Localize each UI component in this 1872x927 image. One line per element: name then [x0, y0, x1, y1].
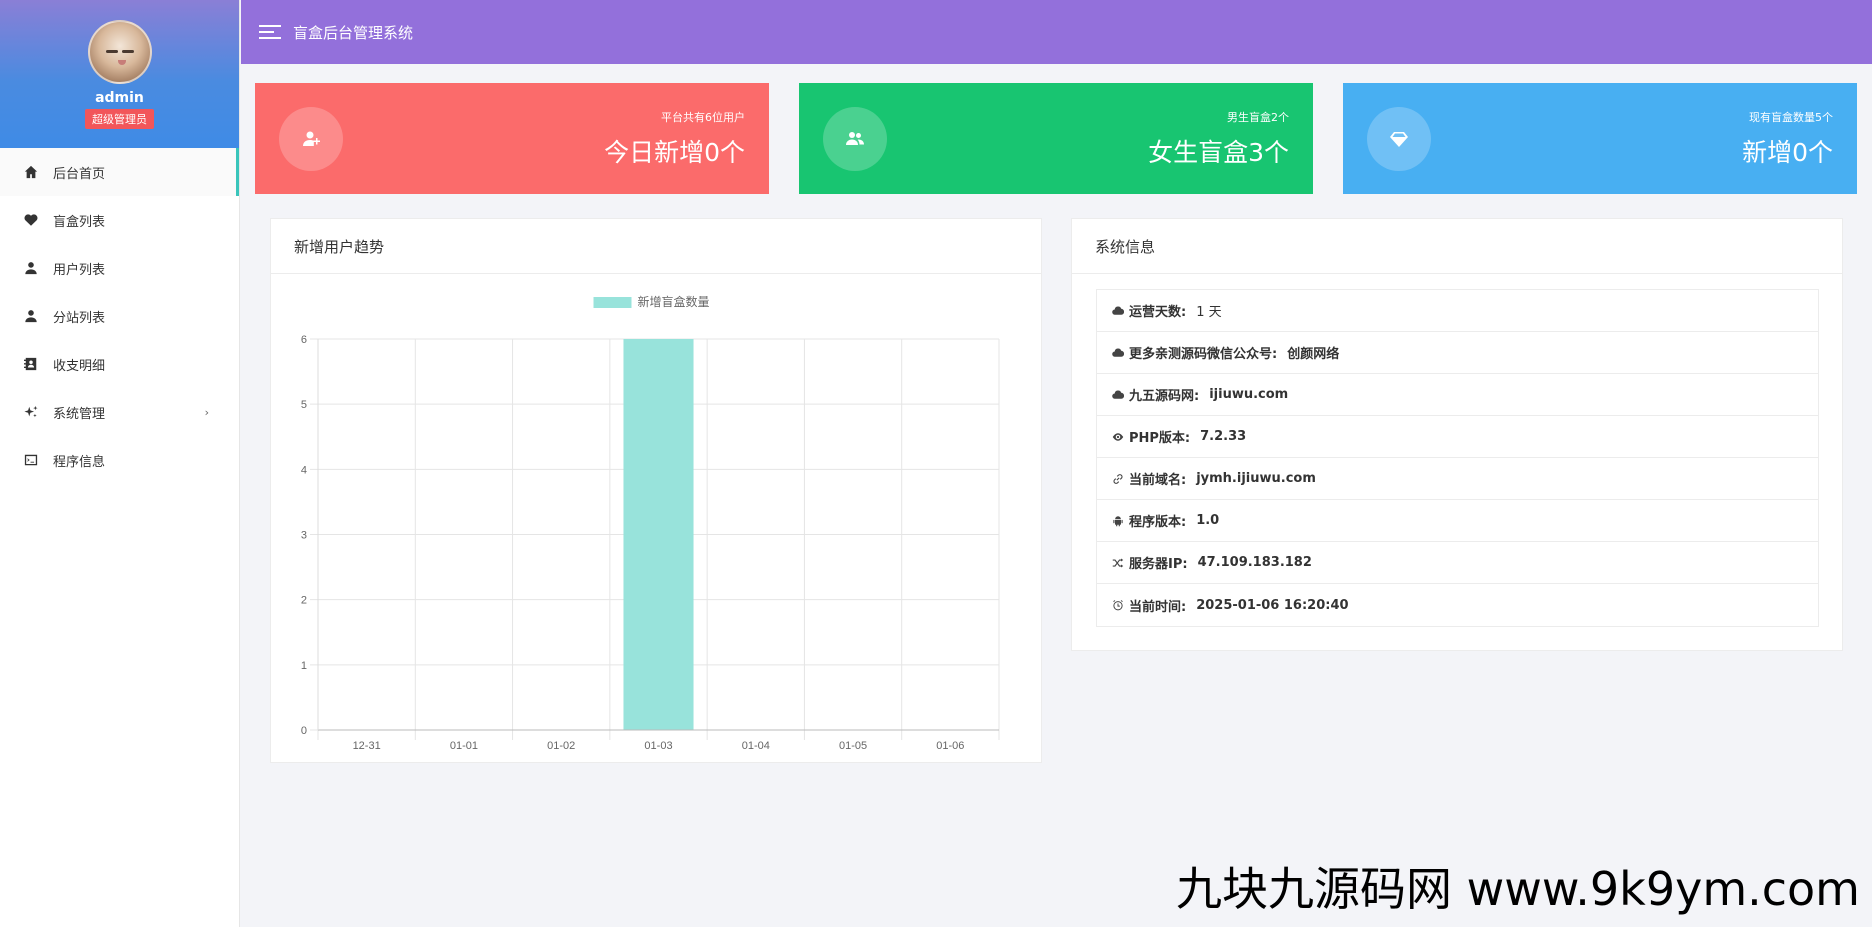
info-row-program-version: 程序版本: 1.0: [1097, 500, 1818, 542]
panel-title: 系统信息: [1072, 219, 1842, 274]
user-icon: [22, 259, 40, 277]
panel-title: 新增用户趋势: [271, 219, 1041, 274]
info-value: 47.109.183.182: [1197, 555, 1312, 570]
stat-card-gender-boxes: 男生盲盒2个 女生盲盒3个: [799, 83, 1313, 194]
user-add-icon: [279, 107, 343, 171]
sparkle-icon: [22, 403, 40, 421]
x-tick-label: 01-01: [450, 740, 478, 752]
y-tick-label: 5: [301, 399, 307, 411]
sidebar-item-substation-list[interactable]: 分站列表: [0, 292, 239, 340]
info-label: 程序版本:: [1129, 515, 1187, 530]
sidebar-item-program-info[interactable]: 程序信息: [0, 436, 239, 484]
info-value: 2025-01-06 16:20:40: [1196, 597, 1349, 613]
chevron-right-icon: ›: [204, 405, 209, 419]
sidebar-item-label: 盲盒列表: [53, 214, 106, 230]
info-value: ijiuwu.com: [1209, 387, 1289, 402]
sidebar-item-label: 系统管理: [53, 406, 106, 422]
y-tick-label: 2: [301, 595, 307, 607]
home-icon: [22, 163, 40, 181]
stat-card-box-count: 现有盲盒数量5个 新增0个: [1343, 83, 1857, 194]
stat-value: 女生盲盒3个: [1148, 138, 1289, 167]
system-info-list: 运营天数: 1 天 更多亲测源码微信公众号: 创颜网络 九五源码网: ijiuw…: [1096, 289, 1819, 627]
profile-panel: admin 超级管理员: [0, 0, 239, 148]
user-trend-panel: 新增用户趋势 0 1 2 3 4 5 6 12-31 01-01 01-02 01-03 01-04 0…: [270, 218, 1042, 763]
info-label: 九五源码网:: [1129, 389, 1200, 404]
sidebar-item-label: 收支明细: [53, 358, 106, 374]
eye-icon: [1111, 430, 1125, 444]
sidebar-item-finance-details[interactable]: 收支明细: [0, 340, 239, 388]
sidebar-item-label: 程序信息: [53, 454, 106, 470]
info-label: 更多亲测源码微信公众号:: [1129, 347, 1278, 362]
legend-swatch: [593, 297, 632, 308]
info-row-wechat: 更多亲测源码微信公众号: 创颜网络: [1097, 332, 1818, 374]
stat-card-users: 平台共有6位用户 今日新增0个: [255, 83, 769, 194]
shuffle-icon: [1111, 556, 1125, 570]
info-label: 服务器IP:: [1129, 557, 1188, 572]
x-tick-label: 01-05: [839, 740, 867, 752]
sidebar-item-home[interactable]: 后台首页: [0, 148, 239, 196]
sidebar-nav: 后台首页 盲盒列表 用户列表 分站列表 收支明细 系统管理 › 程序信息: [0, 148, 239, 484]
x-tick-label: 12-31: [353, 740, 381, 752]
avatar[interactable]: [87, 20, 152, 84]
link-icon: [1111, 472, 1125, 486]
user-icon: [22, 307, 40, 325]
info-row-operating-days: 运营天数: 1 天: [1097, 290, 1818, 332]
x-tick-label: 01-06: [936, 740, 964, 752]
sidebar-item-system-management[interactable]: 系统管理 ›: [0, 388, 239, 436]
stat-caption: 男生盲盒2个: [1227, 111, 1289, 124]
menu-toggle-icon[interactable]: [259, 25, 281, 39]
y-tick-label: 0: [301, 725, 307, 737]
y-tick-label: 4: [301, 464, 307, 476]
username: admin: [95, 90, 144, 106]
x-tick-label: 01-03: [644, 740, 672, 752]
info-value: 7.2.33: [1200, 429, 1247, 444]
cloud-icon: [1111, 388, 1125, 402]
info-row-source-site: 九五源码网: ijiuwu.com: [1097, 374, 1818, 416]
sidebar-item-label: 后台首页: [53, 166, 106, 182]
watermark: 九块九源码网 www.9k9ym.com: [1176, 862, 1860, 916]
sidebar-item-blindbox-list[interactable]: 盲盒列表: [0, 196, 239, 244]
stat-value: 今日新增0个: [604, 138, 745, 167]
info-value: 1 天: [1196, 305, 1222, 320]
cloud-icon: [1111, 304, 1125, 318]
android-icon: [1111, 514, 1125, 528]
info-label: 当前时间:: [1129, 599, 1187, 615]
legend-label: 新增盲盒数量: [638, 294, 710, 309]
stat-caption: 平台共有6位用户: [661, 111, 745, 124]
y-tick-label: 3: [301, 530, 307, 542]
info-label: PHP版本:: [1129, 431, 1191, 446]
info-row-domain: 当前域名: jymh.ijiuwu.com: [1097, 458, 1818, 500]
terminal-icon: [22, 451, 40, 469]
chart-bar: [623, 339, 694, 730]
bar-chart: 0 1 2 3 4 5 6 12-31 01-01 01-02 01-03 01-04 01-05 01-…: [301, 294, 1000, 752]
sidebar-item-label: 分站列表: [53, 310, 106, 326]
diamond-icon: [1367, 107, 1431, 171]
system-info-panel: 系统信息 运营天数: 1 天 更多亲测源码微信公众号: 创颜网络 九五源码网: …: [1071, 218, 1843, 651]
sidebar: admin 超级管理员 后台首页 盲盒列表 用户列表 分站列表 收支明细 系统管…: [0, 0, 240, 927]
info-value: jymh.ijiuwu.com: [1196, 471, 1316, 486]
stat-caption: 现有盲盒数量5个: [1749, 111, 1833, 124]
info-label: 运营天数:: [1129, 305, 1187, 320]
sidebar-item-label: 用户列表: [53, 262, 106, 278]
x-tick-label: 01-02: [547, 740, 575, 752]
y-tick-label: 1: [301, 660, 307, 672]
info-value: 1.0: [1196, 513, 1220, 528]
info-row-current-time: 当前时间: 2025-01-06 16:20:40: [1097, 584, 1818, 626]
info-value: 创颜网络: [1287, 347, 1340, 362]
heart-icon: [22, 211, 40, 229]
info-row-php-version: PHP版本: 7.2.33: [1097, 416, 1818, 458]
info-label: 当前域名:: [1129, 473, 1187, 488]
contacts-book-icon: [22, 355, 40, 373]
info-row-server-ip: 服务器IP: 47.109.183.182: [1097, 542, 1818, 584]
users-icon: [823, 107, 887, 171]
y-tick-label: 6: [301, 334, 307, 346]
app-title: 盲盒后台管理系统: [293, 23, 414, 42]
clock-icon: [1111, 598, 1125, 612]
cloud-icon: [1111, 346, 1125, 360]
top-header: 盲盒后台管理系统: [241, 0, 1872, 64]
role-badge: 超级管理员: [85, 109, 154, 129]
x-tick-label: 01-04: [742, 740, 770, 752]
sidebar-item-user-list[interactable]: 用户列表: [0, 244, 239, 292]
stat-value: 新增0个: [1742, 138, 1833, 167]
